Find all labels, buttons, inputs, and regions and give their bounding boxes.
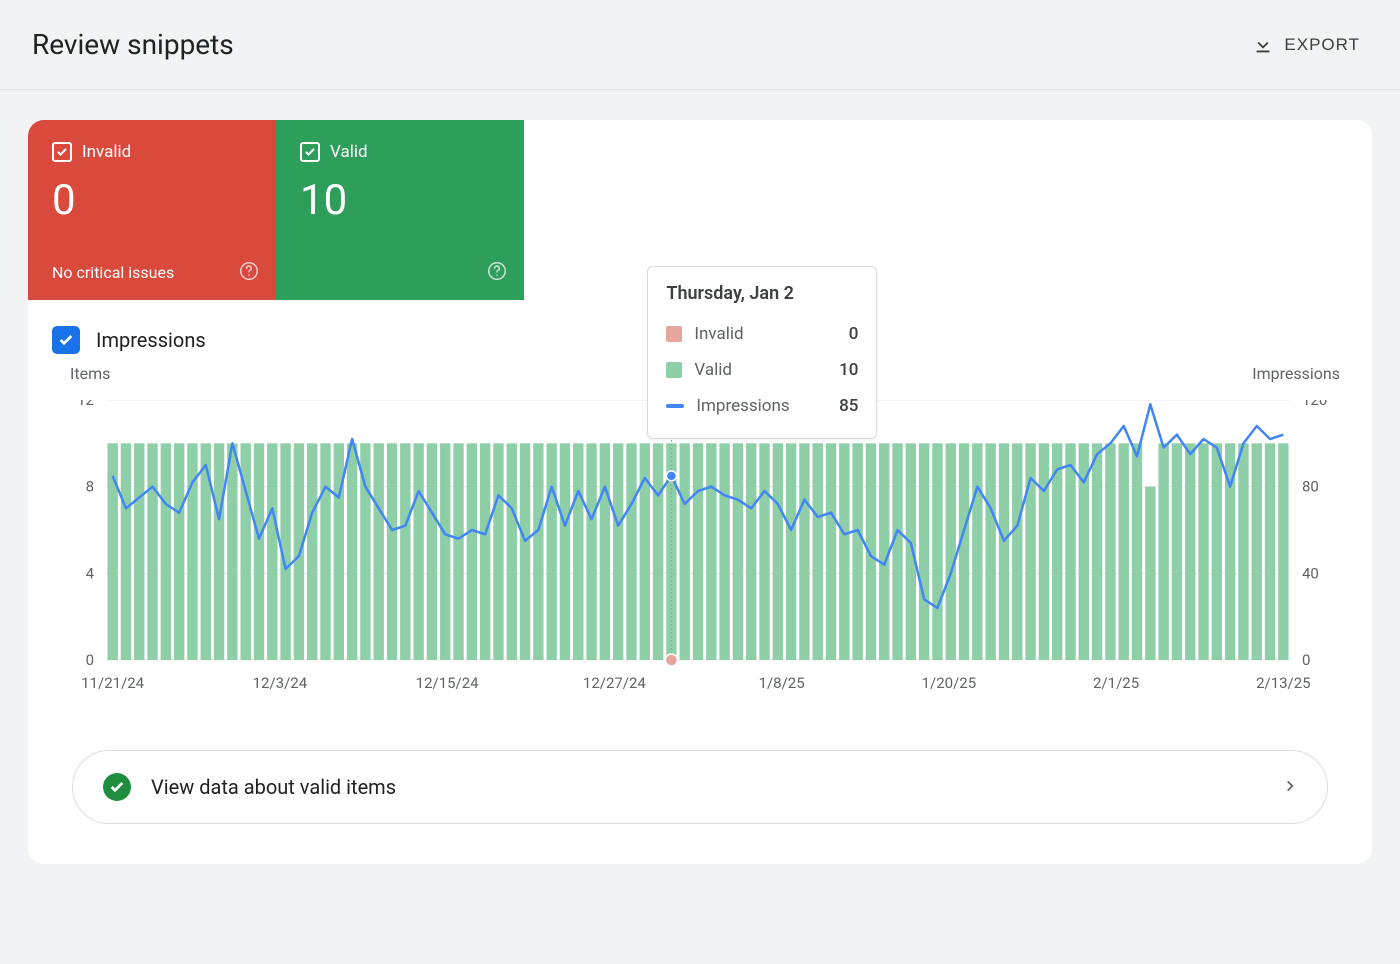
tooltip-invalid-label: Invalid — [694, 324, 743, 344]
svg-text:80: 80 — [1302, 478, 1319, 496]
tooltip-impressions-value: 85 — [839, 396, 858, 416]
tooltip-row-impressions: Impressions 85 — [666, 388, 858, 424]
chevron-right-icon — [1283, 778, 1297, 797]
svg-text:8: 8 — [86, 478, 94, 496]
tooltip-impressions-label: Impressions — [696, 396, 789, 416]
svg-text:12/15/24: 12/15/24 — [416, 674, 480, 692]
svg-text:0: 0 — [1302, 651, 1310, 669]
help-icon[interactable] — [238, 260, 260, 286]
svg-text:40: 40 — [1302, 564, 1319, 582]
swatch-valid — [666, 362, 682, 378]
page-title: Review snippets — [32, 28, 234, 61]
checkbox-valid-icon — [300, 142, 320, 162]
axis-title-right: Impressions — [1252, 364, 1340, 383]
status-valid-label: Valid — [330, 142, 368, 162]
main-card: Invalid 0 No critical issues Valid 10 — [28, 120, 1372, 864]
tooltip-valid-label: Valid — [694, 360, 732, 380]
page-header: Review snippets EXPORT — [0, 0, 1400, 89]
swatch-invalid — [666, 326, 682, 342]
chart-tooltip: Thursday, Jan 2 Invalid 0 Valid 10 Impre… — [647, 266, 877, 439]
status-invalid-sub: No critical issues — [52, 263, 252, 282]
status-card-valid[interactable]: Valid 10 — [276, 120, 524, 300]
svg-text:0: 0 — [86, 651, 94, 669]
status-invalid-value: 0 — [52, 176, 252, 225]
svg-text:12: 12 — [77, 400, 94, 409]
impressions-label: Impressions — [96, 328, 206, 352]
tooltip-row-invalid: Invalid 0 — [666, 316, 858, 352]
help-icon[interactable] — [486, 260, 508, 286]
export-label: EXPORT — [1284, 35, 1360, 55]
tooltip-valid-value: 10 — [839, 360, 858, 380]
check-circle-icon — [103, 773, 131, 801]
header-divider — [0, 89, 1400, 90]
view-data-label: View data about valid items — [151, 775, 396, 799]
tooltip-invalid-value: 0 — [849, 324, 859, 344]
svg-text:120: 120 — [1302, 400, 1327, 409]
download-icon — [1252, 34, 1274, 56]
svg-text:2/13/25: 2/13/25 — [1256, 674, 1311, 692]
svg-text:4: 4 — [86, 564, 95, 582]
chart-container: Items Impressions 048120408012011/21/241… — [28, 364, 1372, 700]
axis-title-left: Items — [70, 364, 110, 383]
svg-text:1/8/25: 1/8/25 — [759, 674, 805, 692]
svg-text:1/20/25: 1/20/25 — [922, 674, 977, 692]
view-data-button[interactable]: View data about valid items — [72, 750, 1328, 824]
chart-plot[interactable]: 048120408012011/21/2412/3/2412/15/2412/2… — [56, 400, 1346, 700]
export-button[interactable]: EXPORT — [1252, 34, 1360, 56]
status-card-invalid[interactable]: Invalid 0 No critical issues — [28, 120, 276, 300]
status-valid-value: 10 — [300, 176, 500, 225]
swatch-impressions — [666, 404, 684, 408]
tooltip-title: Thursday, Jan 2 — [666, 283, 858, 304]
svg-text:2/1/25: 2/1/25 — [1093, 674, 1139, 692]
checkbox-impressions-icon — [52, 326, 80, 354]
svg-text:12/3/24: 12/3/24 — [253, 674, 308, 692]
svg-text:12/27/24: 12/27/24 — [583, 674, 647, 692]
checkbox-invalid-icon — [52, 142, 72, 162]
svg-text:11/21/24: 11/21/24 — [81, 674, 145, 692]
tooltip-row-valid: Valid 10 — [666, 352, 858, 388]
status-invalid-label: Invalid — [82, 142, 131, 162]
